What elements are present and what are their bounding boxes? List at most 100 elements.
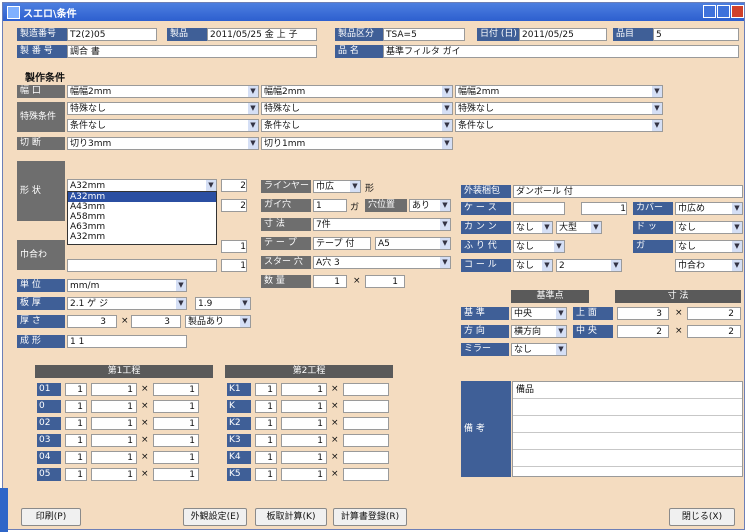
mc-select-2[interactable]: 7件 ▼ [313,218,451,231]
grid-cell[interactable]: 1 [281,434,327,447]
minimize-button[interactable] [703,5,716,18]
cond-select-3-1[interactable]: 切り1mm ▼ [261,137,453,150]
chevron-down-icon[interactable]: ▼ [542,222,552,233]
grid-cell[interactable]: 1 [255,451,277,464]
cond-select-0-0[interactable]: 幅幅2mm ▼ [67,85,259,98]
memo-line[interactable] [513,399,742,416]
grid-cell[interactable]: 1 [65,434,87,447]
chevron-down-icon[interactable]: ▼ [240,316,250,327]
mc-field-1[interactable]: 1 [313,199,347,212]
grid-cell[interactable]: 1 [255,468,277,481]
chevron-down-icon[interactable]: ▼ [248,103,258,114]
grid-cell[interactable] [343,383,389,396]
grid-cell[interactable]: 1 [281,468,327,481]
chevron-down-icon[interactable]: ▼ [732,203,742,214]
chevron-down-icon[interactable]: ▼ [611,260,621,271]
cond-select-1-2[interactable]: 特殊なし ▼ [455,102,663,115]
grid-cell[interactable]: 1 [153,417,199,430]
grid-cell[interactable]: 1 [65,400,87,413]
chevron-down-icon[interactable]: ▼ [556,308,566,319]
grid-cell[interactable]: 1 [281,417,327,430]
mr-select-3b[interactable]: なし ▼ [675,240,743,253]
chevron-down-icon[interactable]: ▼ [248,86,258,97]
cond-select-2-0[interactable]: 条件なし ▼ [67,119,259,132]
calc-button[interactable]: 板取計算(K) [255,508,327,526]
mid-left-num3[interactable]: 1 [221,240,247,253]
grid-cell[interactable] [343,468,389,481]
mc-select-4[interactable]: A穴 3 ▼ [313,256,451,269]
tr-field-0b[interactable]: 2 [687,307,741,320]
mid-left-num4[interactable]: 1 [221,259,247,272]
mc-select-1b[interactable]: あり ▼ [409,199,451,212]
list-item[interactable]: A43mm [68,202,216,212]
grid-cell[interactable] [343,451,389,464]
ll-select-1b[interactable]: 1.9 ▼ [195,297,251,310]
grid-cell[interactable]: 1 [255,434,277,447]
grid-cell[interactable]: 1 [91,468,137,481]
chevron-down-icon[interactable]: ▼ [542,260,552,271]
ll-select-2[interactable]: 製品あり ▼ [185,315,251,328]
chevron-down-icon[interactable]: ▼ [176,298,186,309]
grid-cell[interactable]: 1 [91,417,137,430]
grid-cell[interactable]: 1 [91,400,137,413]
grid-cell[interactable]: 1 [65,383,87,396]
grid-cell[interactable]: 1 [255,400,277,413]
chevron-down-icon[interactable]: ▼ [350,181,360,192]
cond-select-3-0[interactable]: 切り3mm ▼ [67,137,259,150]
cond-select-1-1[interactable]: 特殊なし ▼ [261,102,453,115]
ll-field-2a[interactable]: 3 [67,315,117,328]
chevron-down-icon[interactable]: ▼ [248,120,258,131]
mid-left-text-field[interactable] [67,259,217,272]
header-date-value[interactable]: 2011/05/25 [519,28,607,41]
chevron-down-icon[interactable]: ▼ [556,326,566,337]
grid-cell[interactable]: 1 [281,451,327,464]
tr-field-0a[interactable]: 3 [617,307,669,320]
maximize-button[interactable] [717,5,730,18]
chevron-down-icon[interactable]: ▼ [652,103,662,114]
list-item[interactable]: A63mm [68,222,216,232]
header-serial-value[interactable]: T2(2)05 [67,28,157,41]
header-number-value[interactable]: 調合 書 [67,45,317,58]
mr-select-4c[interactable]: 巾合わ ▼ [675,259,743,272]
cs-field-1[interactable]: 1 [313,275,347,288]
grid-cell[interactable]: 1 [153,434,199,447]
cond-select-0-1[interactable]: 幅幅2mm ▼ [261,85,453,98]
tr-field-1a[interactable]: 2 [617,325,669,338]
cond-select-0-2[interactable]: 幅幅2mm ▼ [455,85,663,98]
grid-cell[interactable]: 1 [281,383,327,396]
chevron-down-icon[interactable]: ▼ [591,222,601,233]
chevron-down-icon[interactable]: ▼ [240,298,250,309]
grid-cell[interactable] [343,434,389,447]
grid-cell[interactable]: 1 [153,400,199,413]
mr-field-0[interactable]: ダンボール 付 [513,185,743,198]
ll-field-2b[interactable]: 3 [131,315,181,328]
memo-line[interactable] [513,433,742,450]
ll-select-0[interactable]: mm/m ▼ [67,279,187,292]
cs-field-2[interactable]: 1 [365,275,405,288]
chevron-down-icon[interactable]: ▼ [442,103,452,114]
grid-cell[interactable]: 1 [91,451,137,464]
chevron-down-icon[interactable]: ▼ [652,86,662,97]
grid-cell[interactable]: 1 [65,451,87,464]
header-class-value[interactable]: TSA=5 [383,28,465,41]
chevron-down-icon[interactable]: ▼ [442,120,452,131]
mid-left-num1[interactable]: 2 [221,179,247,192]
header-item-value[interactable]: 5 [653,28,739,41]
chevron-down-icon[interactable]: ▼ [248,138,258,149]
grid-cell[interactable]: 1 [153,383,199,396]
mr-field-1b[interactable]: 1 [581,202,627,215]
mr-select-1[interactable]: 巾広め ▼ [675,202,743,215]
cond-select-2-1[interactable]: 条件なし ▼ [261,119,453,132]
shape-options-list[interactable]: A32mm A43mm A58mm A63mm A32mm [67,191,217,245]
chevron-down-icon[interactable]: ▼ [440,257,450,268]
memo-line[interactable]: 備品 [513,382,742,399]
grid-cell[interactable]: 1 [255,417,277,430]
chevron-down-icon[interactable]: ▼ [442,86,452,97]
list-item[interactable]: A58mm [68,212,216,222]
header-product-value[interactable]: 2011/05/25 金 上 子 [207,28,317,41]
mr-field-1a[interactable] [513,202,565,215]
chevron-down-icon[interactable]: ▼ [206,180,216,191]
grid-cell[interactable]: 1 [65,417,87,430]
mc-field-3[interactable]: テープ 付 [313,237,371,250]
ll-field-3[interactable]: 1 1 [67,335,187,348]
